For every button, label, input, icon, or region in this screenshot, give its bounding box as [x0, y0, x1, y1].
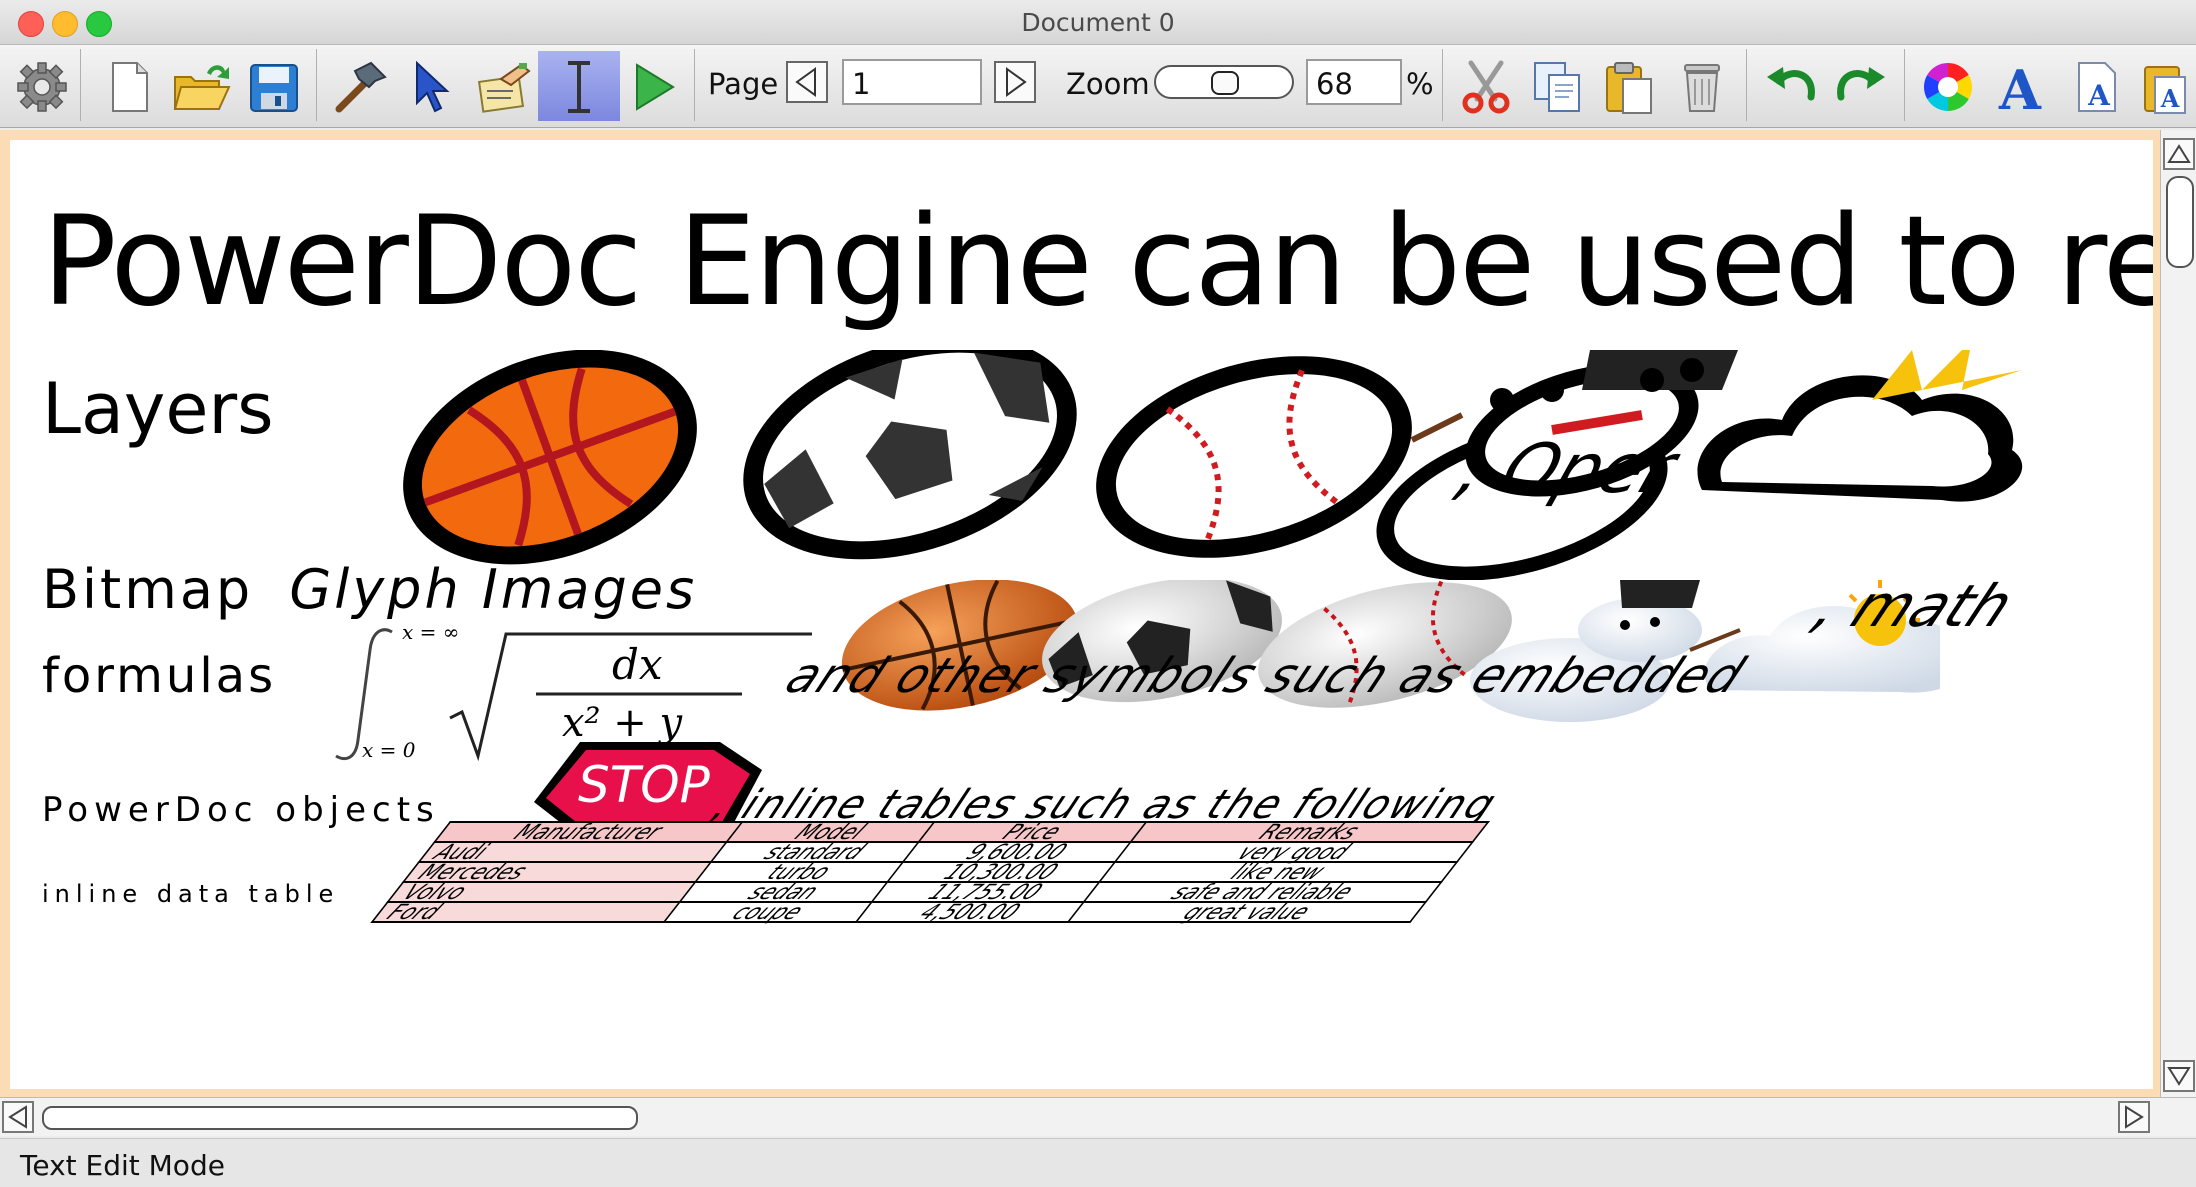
- formula-numerator: dx: [612, 640, 663, 689]
- play-icon[interactable]: [620, 51, 686, 121]
- table-header: Model: [726, 820, 935, 844]
- vertical-scroll-thumb[interactable]: [2166, 176, 2194, 268]
- vertical-scrollbar[interactable]: [2160, 130, 2196, 1097]
- table-cell: 10,300.00: [887, 860, 1115, 884]
- inline-table-label: inline data table: [42, 880, 340, 908]
- document-frame: PowerDoc Engine can be used to render La…: [0, 130, 2160, 1097]
- page-label: Page: [708, 67, 779, 101]
- formulas-suffix: and other symbols such as embedded: [776, 648, 1754, 704]
- table-cell: Mercedes: [403, 860, 711, 884]
- scroll-left-button[interactable]: [2, 1101, 34, 1133]
- open-folder-icon[interactable]: [166, 51, 232, 121]
- triangle-up-icon: [2167, 144, 2191, 163]
- triangle-left-icon: [795, 67, 816, 97]
- bitmap-suffix: , math: [1804, 572, 2025, 640]
- table-cell: 11,755.00: [871, 880, 1100, 904]
- triangle-right-icon: [2125, 1105, 2144, 1129]
- horizontal-scrollbar[interactable]: [0, 1097, 2196, 1136]
- triangle-right-icon: [1006, 67, 1027, 97]
- scroll-right-button[interactable]: [2118, 1101, 2150, 1133]
- layers-suffix: , Oper: [1447, 430, 1687, 509]
- svg-text:A: A: [2087, 79, 2111, 112]
- pointer-icon[interactable]: [398, 51, 464, 121]
- data-table: Manufacturer Model Price Remarks Audi st…: [370, 820, 1490, 924]
- zoom-label: Zoom: [1066, 67, 1150, 101]
- horizontal-scroll-thumb[interactable]: [42, 1106, 638, 1130]
- undo-icon[interactable]: [1756, 51, 1822, 121]
- table-row: Volvo sedan 11,755.00 safe and reliable: [387, 880, 1442, 904]
- table-cell: standard: [710, 840, 919, 864]
- table-cell: very good: [1114, 840, 1473, 864]
- scissors-icon[interactable]: [1452, 51, 1518, 121]
- table-cell: Audi: [418, 840, 727, 864]
- triangle-down-icon: [2167, 1067, 2191, 1086]
- objects-label: PowerDoc objects: [42, 790, 440, 830]
- zoom-input[interactable]: 68: [1306, 59, 1402, 105]
- text-style-icon[interactable]: A: [2064, 51, 2130, 121]
- paste-icon[interactable]: [1596, 51, 1662, 121]
- table-cell: like new: [1099, 860, 1457, 884]
- window-title: Document 0: [1021, 8, 1175, 37]
- edit-hand-icon[interactable]: [470, 51, 536, 121]
- bitmap-label-italic: Glyph Images: [289, 558, 698, 621]
- scroll-down-button[interactable]: [2163, 1060, 2195, 1092]
- page-number-input[interactable]: 1: [842, 59, 982, 105]
- table-row: Ford coupe 4,500.00 great value: [372, 900, 1426, 924]
- table-row: Audi standard 9,600.00 very good: [418, 840, 1473, 864]
- redo-icon[interactable]: [1828, 51, 1894, 121]
- table-cell: Ford: [372, 900, 680, 924]
- basketball-icon: [403, 350, 697, 565]
- table-header: Remarks: [1130, 820, 1489, 844]
- title-bar: Document 0: [0, 0, 2196, 45]
- table-cell: Volvo: [387, 880, 696, 904]
- table-cell: safe and reliable: [1083, 880, 1442, 904]
- zoom-unit: %: [1406, 67, 1434, 101]
- table-row: Mercedes turbo 10,300.00 like new: [403, 860, 1457, 884]
- table-header: Manufacturer: [434, 820, 743, 844]
- integral-upper-limit: x = ∞: [402, 620, 460, 644]
- zoom-slider-thumb[interactable]: [1211, 71, 1239, 95]
- bitmap-label-regular: Bitmap: [42, 558, 254, 621]
- document-canvas[interactable]: PowerDoc Engine can be used to render La…: [10, 140, 2153, 1089]
- hammer-icon[interactable]: [326, 51, 392, 121]
- table-cell: 9,600.00: [902, 840, 1131, 864]
- triangle-left-icon: [8, 1105, 27, 1129]
- status-bar: Text Edit Mode: [0, 1138, 2196, 1187]
- trash-icon[interactable]: [1668, 51, 1734, 121]
- inline-table: Manufacturer Model Price Remarks Audi st…: [370, 820, 1490, 924]
- table-cell: turbo: [695, 860, 903, 884]
- integral-lower-limit: x = 0: [362, 738, 416, 762]
- table-cell: sedan: [679, 880, 888, 904]
- text-cursor-icon[interactable]: [538, 51, 620, 121]
- previous-page-button[interactable]: [786, 61, 828, 103]
- table-header: Price: [918, 820, 1147, 844]
- zoom-slider[interactable]: [1154, 65, 1294, 99]
- formulas-label: formulas: [42, 648, 277, 704]
- table-cell: great value: [1068, 900, 1426, 924]
- stop-sign-text: STOP: [578, 756, 710, 814]
- toolbar: Page 1 Zoom 68 % A A A: [0, 45, 2196, 128]
- new-document-icon[interactable]: [94, 51, 160, 121]
- layers-label: Layers: [42, 368, 274, 450]
- svg-text:A: A: [2160, 84, 2180, 113]
- font-icon[interactable]: A: [1986, 51, 2052, 121]
- table-cell: 4,500.00: [856, 900, 1084, 924]
- soccer-ball-icon: [743, 350, 1077, 560]
- heading-text: PowerDoc Engine can be used to render: [42, 190, 2153, 334]
- copy-icon[interactable]: [1524, 51, 1590, 121]
- next-page-button[interactable]: [994, 61, 1036, 103]
- text-style-alt-icon[interactable]: A: [2134, 51, 2196, 121]
- color-wheel-icon[interactable]: [1914, 51, 1980, 121]
- table-cell: coupe: [664, 900, 872, 924]
- layer-glyphs: [403, 350, 2023, 580]
- cloud-sun-icon: [1697, 350, 2023, 502]
- gear-icon[interactable]: [8, 51, 74, 121]
- document-heading: PowerDoc Engine can be used to render: [42, 190, 2153, 334]
- table-header-row: Manufacturer Model Price Remarks: [434, 820, 1489, 844]
- status-text: Text Edit Mode: [20, 1149, 225, 1182]
- scroll-up-button[interactable]: [2163, 138, 2195, 170]
- bitmap-label: Bitmap Glyph Images: [42, 558, 697, 621]
- save-icon[interactable]: [240, 51, 306, 121]
- svg-text:A: A: [1998, 59, 2042, 115]
